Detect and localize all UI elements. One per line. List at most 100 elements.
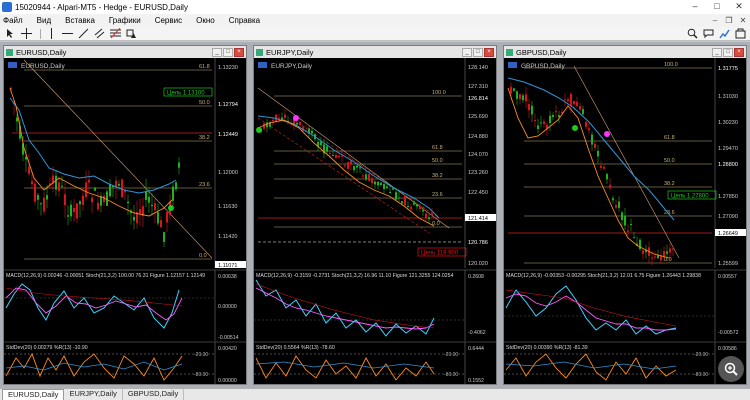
menu-help[interactable]: Справка: [229, 16, 260, 25]
candle-body: [597, 150, 599, 157]
horizontal-line-icon[interactable]: [61, 28, 74, 40]
candle-body: [428, 217, 430, 220]
chart-window-titlebar[interactable]: GBPUSD,Daily _ □ ×: [504, 46, 746, 58]
chart-window-gbpusd[interactable]: GBPUSD,Daily _ □ × GBPUSD,Daily 100.0 61…: [503, 45, 747, 385]
candle-body: [389, 191, 391, 193]
candle-body: [651, 257, 653, 259]
price-tick: 1.25599: [718, 261, 738, 267]
chart-window-titlebar[interactable]: EURJPY,Daily _ □ ×: [254, 46, 496, 58]
fib-label: 38.2: [664, 181, 675, 187]
candle-body: [157, 212, 159, 224]
price-tick: 121.414: [468, 216, 488, 222]
candle-body: [594, 143, 596, 149]
chart-maximize-button[interactable]: □: [723, 47, 733, 57]
symbol-label: EURJPY,Daily: [271, 63, 313, 70]
market-icon[interactable]: [734, 28, 747, 40]
chart-window-titlebar[interactable]: EURUSD,Daily _ □ ×: [4, 46, 246, 58]
vertical-line-icon[interactable]: [45, 28, 58, 40]
target-tag-text: Цель 1.27800: [671, 194, 709, 200]
chart-close-button[interactable]: ×: [734, 47, 744, 57]
fib-label: 50.0: [664, 158, 675, 164]
candle-body: [139, 209, 141, 214]
price-tick: 123.260: [468, 170, 488, 176]
menu-window[interactable]: Окно: [196, 16, 215, 25]
fib-label: 38.2: [199, 135, 210, 141]
chart-canvas[interactable]: EURUSD,Daily 61.8 50.0 38.2 23.6 0.0 Цел…: [4, 58, 246, 384]
chart-window-eurusd[interactable]: EURUSD,Daily _ □ × EURUSD,Daily 61.8 50.…: [3, 45, 247, 385]
flag-icon: [258, 62, 267, 68]
price-tick: 127.310: [468, 84, 488, 90]
zoom-icon[interactable]: [718, 356, 744, 382]
flag-icon: [8, 62, 17, 68]
candle-body: [70, 204, 72, 217]
macd-label: MACD(12,26,9) -0.00353 -0.00295 Stoch(21…: [506, 273, 701, 279]
price-tick: 1.27090: [718, 214, 738, 220]
shapes-icon[interactable]: [125, 28, 138, 40]
close-button[interactable]: ✕: [728, 0, 750, 14]
signal-dot: [168, 205, 174, 211]
macd-tick: -0.4062: [468, 330, 486, 336]
candle-body: [172, 186, 174, 201]
candle-body: [519, 94, 521, 100]
trendline-icon[interactable]: [77, 28, 90, 40]
maximize-button[interactable]: □: [706, 0, 728, 14]
candle-body: [576, 101, 578, 107]
fib-label: 23.6: [199, 182, 210, 188]
fibonacci-icon[interactable]: [109, 28, 122, 40]
price-tick: 1.12000: [218, 170, 238, 176]
price-tick: 1.11071: [218, 263, 237, 269]
candle-body: [320, 141, 322, 146]
wpr-level: -20.00: [194, 352, 208, 358]
candle-body: [127, 201, 129, 204]
price-tick: 125.690: [468, 114, 488, 120]
menu-charts[interactable]: Графики: [109, 16, 141, 25]
channel-icon[interactable]: [93, 28, 106, 40]
candle-body: [654, 256, 656, 258]
chart-canvas[interactable]: EURJPY,Daily 100.0 61.8 50.0 38.2 23.6 0…: [254, 58, 496, 384]
tab-eurusd[interactable]: EURUSD,Daily: [2, 389, 65, 400]
chart-minimize-button[interactable]: _: [462, 47, 472, 57]
chat-icon[interactable]: [702, 28, 715, 40]
macd-tick: 0.2608: [468, 274, 484, 280]
candle-body: [160, 220, 162, 228]
mdi-close-button[interactable]: ✕: [736, 16, 750, 25]
candles: [510, 82, 674, 266]
mdi-restore-button[interactable]: ❐: [722, 16, 736, 25]
mdi-minimize-button[interactable]: –: [708, 16, 722, 25]
chart-minimize-button[interactable]: _: [212, 47, 222, 57]
candle-body: [552, 114, 554, 117]
chart-maximize-button[interactable]: □: [223, 47, 233, 57]
menu-view[interactable]: Вид: [37, 16, 51, 25]
candle-body: [350, 161, 352, 165]
chart-window-title: EURJPY,Daily: [266, 47, 314, 57]
candle-body: [37, 194, 39, 200]
chart-close-button[interactable]: ×: [484, 47, 494, 57]
chart-maximize-button[interactable]: □: [473, 47, 483, 57]
macd-label: MACD(12,26,9) -0.3159 -0.2731 Stoch(21,3…: [256, 273, 454, 279]
candle-body: [58, 182, 60, 192]
chart-close-button[interactable]: ×: [234, 47, 244, 57]
signal-dot: [256, 127, 262, 133]
minimize-button[interactable]: –: [684, 0, 706, 14]
cursor-icon[interactable]: [4, 28, 17, 40]
crosshair-icon[interactable]: [20, 28, 33, 40]
menu-file[interactable]: Файл: [3, 16, 23, 25]
fib-label: 0.0: [432, 221, 440, 227]
price-tick: 1.12794: [218, 102, 238, 108]
menu-tools[interactable]: Сервис: [155, 16, 182, 25]
signals-icon[interactable]: [718, 28, 731, 40]
candle-body: [64, 194, 66, 206]
candle-body: [579, 106, 581, 110]
menu-insert[interactable]: Вставка: [65, 16, 95, 25]
tab-gbpusd[interactable]: GBPUSD,Daily: [123, 389, 185, 400]
chart-canvas[interactable]: GBPUSD,Daily 100.0 61.8 50.0 38.2 23.6 0…: [504, 58, 746, 384]
tab-eurjpy[interactable]: EURJPY,Daily: [64, 389, 123, 400]
candle-body: [510, 86, 512, 94]
price-tick: 128.140: [468, 65, 488, 71]
search-icon[interactable]: [686, 28, 699, 40]
wpr-level: -80.00: [444, 372, 458, 378]
chart-minimize-button[interactable]: _: [712, 47, 722, 57]
price-tick: 1.30230: [718, 120, 738, 126]
candle-body: [347, 162, 349, 169]
chart-window-eurjpy[interactable]: EURJPY,Daily _ □ × EURJPY,Daily 100.0 61: [253, 45, 497, 385]
